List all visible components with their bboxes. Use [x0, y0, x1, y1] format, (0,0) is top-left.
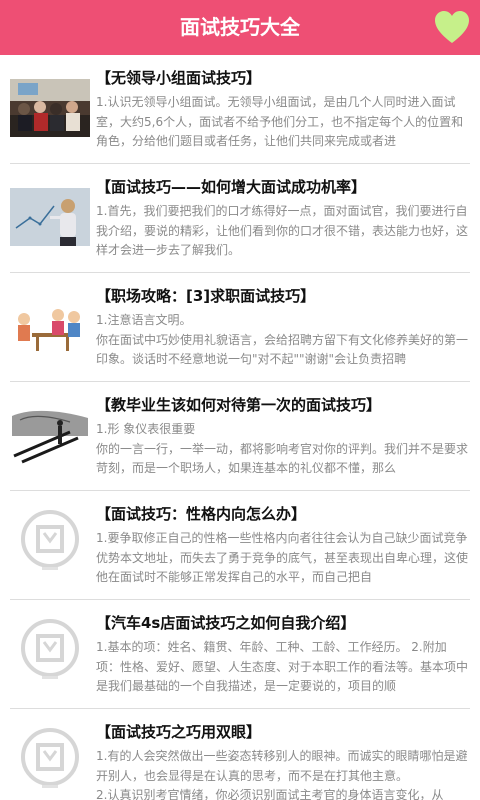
item-description: 1.基本的项：姓名、籍贯、年龄、工种、工龄、工作经历。 2.附加项：性格、爱好、…: [96, 640, 469, 693]
item-title: 【面试技巧：性格内向怎么办】: [96, 505, 307, 523]
list-item[interactable]: 【面试技巧——如何增大面试成功机率】 1.首先，我们要把我们的口才练得好一点，面…: [0, 164, 480, 273]
item-title: 【面试技巧——如何增大面试成功机率】: [96, 178, 367, 196]
item-title: 【汽车4s店面试技巧之如何自我介绍】: [96, 614, 356, 632]
page-title: 面试技巧大全: [180, 15, 300, 39]
hand-drawn-crossing-thumbnail: [10, 406, 90, 464]
list-item[interactable]: 【面试技巧：性格内向怎么办】 1.要争取修正自己的性格一些性格内向者往往会认为自…: [0, 491, 480, 600]
item-title: 【教毕业生该如何对待第一次的面试技巧】: [96, 396, 382, 414]
list-item[interactable]: 【面试技巧之巧用双眼】 1.有的人会突然做出一些姿态转移别人的眼神。而诚实的眼睛…: [0, 709, 480, 800]
woman-whiteboard-thumbnail: [10, 188, 90, 246]
list-item[interactable]: 【无领导小组面试技巧】 1.认识无领导小组面试。无领导小组面试，是由几个人同时进…: [0, 55, 480, 164]
app-logo-placeholder-icon: [21, 510, 79, 570]
item-title: 【职场攻略：[3]求职面试技巧】: [96, 287, 316, 305]
item-description: 1.注意语言文明。 你在面试中巧妙使用礼貌语言，会给招聘方留下有文化修养美好的第…: [96, 313, 469, 366]
app-logo-placeholder-icon: [21, 619, 79, 679]
item-description: 1.要争取修正自己的性格一些性格内向者往往会认为自己缺少面试竞争优势本文地址，而…: [96, 531, 469, 584]
item-description: 1.认识无领导小组面试。无领导小组面试，是由几个人同时进入面试室，大约5,6个人…: [96, 95, 464, 148]
interview-cartoon-thumbnail: [10, 297, 90, 355]
list-item[interactable]: 【教毕业生该如何对待第一次的面试技巧】 1.形 象仪表很重要 你的一言一行，一举…: [0, 382, 480, 491]
list-item[interactable]: 【职场攻略：[3]求职面试技巧】 1.注意语言文明。 你在面试中巧妙使用礼貌语言…: [0, 273, 480, 382]
list-item[interactable]: 【汽车4s店面试技巧之如何自我介绍】 1.基本的项：姓名、籍贯、年龄、工种、工龄…: [0, 600, 480, 709]
item-description: 1.首先，我们要把我们的口才练得好一点，面对面试官，我们要进行自我介绍，要说的精…: [96, 204, 469, 257]
item-description: 1.形 象仪表很重要 你的一言一行，一举一动，都将影响考官对你的评判。我们并不是…: [96, 422, 469, 475]
item-title: 【无领导小组面试技巧】: [96, 69, 262, 87]
group-meeting-thumbnail: [10, 79, 90, 137]
app-logo-placeholder-icon: [21, 728, 79, 788]
heart-icon[interactable]: [434, 10, 470, 46]
item-description: 1.有的人会突然做出一些姿态转移别人的眼神。而诚实的眼睛哪怕是避开别人，也会显得…: [96, 749, 468, 800]
article-list[interactable]: 【无领导小组面试技巧】 1.认识无领导小组面试。无领导小组面试，是由几个人同时进…: [0, 55, 480, 800]
item-title: 【面试技巧之巧用双眼】: [96, 723, 262, 741]
app-header: 面试技巧大全: [0, 0, 480, 55]
